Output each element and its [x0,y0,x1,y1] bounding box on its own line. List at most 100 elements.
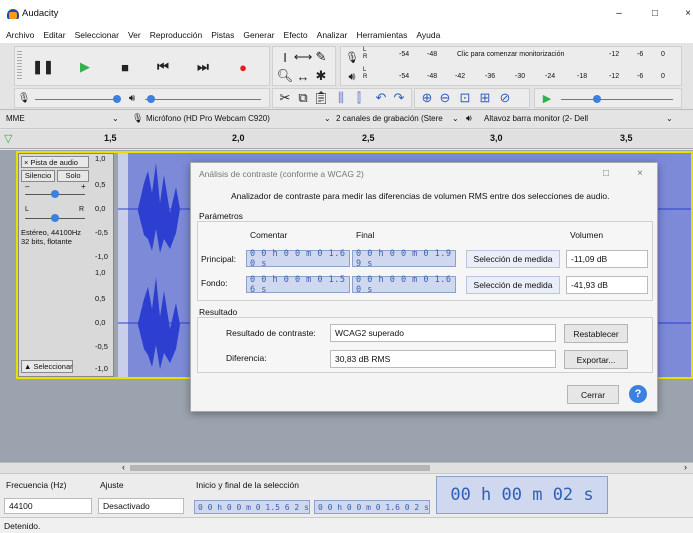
silence-icon[interactable]: ⫿ [351,90,367,106]
stop-icon[interactable]: ■ [113,57,137,77]
gain-minus-label: – [25,182,30,191]
device-toolbar: MME ⌄ 🎙︎ Micrófono (HD Pro Webcam C920) … [0,110,693,129]
background-start-time[interactable]: 0 0 h 0 0 m 0 1.5 6 s [246,275,350,295]
menu-seleccionar[interactable]: Seleccionar [75,30,119,40]
audio-host-select[interactable]: MME [6,114,25,123]
timeshift-tool-icon[interactable]: ↔ [295,68,311,84]
fit-selection-icon[interactable]: ⊡ [457,90,473,106]
record-icon[interactable]: ● [231,57,255,77]
speed-slider[interactable] [561,99,673,100]
maximize-button[interactable]: □ [648,8,662,19]
rec-volume-thumb[interactable] [113,95,121,103]
dialog-close-button[interactable]: × [637,168,643,179]
chevron-down-icon: ⌄ [112,114,119,123]
measure-principal-button[interactable]: Selección de medida [466,250,560,268]
menu-pistas[interactable]: Pistas [211,30,234,40]
selection-tool-icon[interactable]: I [277,49,293,65]
close-dialog-button[interactable]: Cerrar [567,385,619,404]
menu-generar[interactable]: Generar [243,30,274,40]
mute-button[interactable]: Silencio [21,170,55,182]
paste-icon[interactable]: 📋︎ [313,90,330,106]
skip-end-icon[interactable]: ⏭ [191,57,215,77]
redo-icon[interactable]: ↷ [391,90,407,106]
snap-label: Ajuste [100,480,124,490]
microphone-icon[interactable]: 🎙︎ [345,49,359,65]
speaker-icon[interactable]: 🔊︎ [345,69,359,85]
trim-icon[interactable]: ⫼ [333,90,349,106]
collapse-icon[interactable]: ▲ [24,362,31,371]
help-icon[interactable]: ? [629,385,647,403]
window-title: Audacity [22,8,59,19]
rec-tick: 0 [661,51,665,58]
solo-button[interactable]: Solo [57,170,89,182]
pause-icon[interactable]: ❚❚ [31,57,55,77]
multi-tool-icon[interactable]: ✱ [313,68,329,84]
minimize-button[interactable]: – [612,8,626,19]
play-icon[interactable]: ▶ [73,57,97,77]
play-volume-thumb[interactable] [147,95,155,103]
select-track-button[interactable]: ▲ Seleccionar [21,360,73,373]
scale-tick: 1,0 [95,268,106,277]
zoom-toggle-icon[interactable]: ⊘ [497,90,513,106]
menu-archivo[interactable]: Archivo [6,30,34,40]
play-volume-slider[interactable] [145,99,261,100]
scroll-right-icon[interactable]: › [684,462,687,472]
gain-thumb[interactable] [51,190,59,198]
draw-tool-icon[interactable]: ✎ [313,49,329,65]
recording-device-select[interactable]: Micrófono (HD Pro Webcam C920) [146,114,270,123]
selection-start-time[interactable]: 0 0 h 0 0 m 0 1.5 6 2 s [194,500,310,514]
scroll-left-icon[interactable]: ‹ [122,462,125,472]
fit-project-icon[interactable]: ⊞ [477,90,493,106]
zoom-out-icon[interactable]: ⊖ [437,90,453,106]
measure-background-button[interactable]: Selección de medida [466,276,560,294]
playback-device-select[interactable]: Altavoz barra monitor (2- Dell [484,114,588,123]
selection-end-time[interactable]: 0 0 h 0 0 m 0 1.6 0 2 s [314,500,430,514]
rec-volume-slider[interactable] [35,99,119,100]
menu-ayuda[interactable]: Ayuda [416,30,440,40]
menu-analizar[interactable]: Analizar [317,30,348,40]
menu-ver[interactable]: Ver [128,30,141,40]
speed-thumb[interactable] [593,95,601,103]
undo-icon[interactable]: ↶ [373,90,389,106]
timeline-options-icon[interactable]: ▽ [4,132,12,145]
background-end-time[interactable]: 0 0 h 0 0 m 0 1.6 0 s [352,275,456,295]
snap-to-select[interactable]: Desactivado [98,498,184,514]
copy-icon[interactable]: ⧉ [295,90,311,106]
skip-start-icon[interactable]: ⏮ [151,57,175,77]
play-tick: -30 [515,73,526,80]
scroll-thumb[interactable] [130,465,430,471]
principal-end-time[interactable]: 0 0 h 0 0 m 0 1.9 9 s [352,249,456,269]
menu-editar[interactable]: Editar [43,30,65,40]
zoom-toolbar: ⊕ ⊖ ⊡ ⊞ ⊘ [414,88,530,108]
menu-efecto[interactable]: Efecto [284,30,308,40]
export-button[interactable]: Exportar... [564,350,628,369]
difference-field[interactable]: 30,83 dB RMS [330,350,556,368]
track-name-button[interactable]: × Pista de audio [21,156,89,168]
monitor-hint[interactable]: Clic para comenzar monitorización [457,51,564,58]
zoom-in-icon[interactable]: ⊕ [419,90,435,106]
track-control-panel: × Pista de audio Silencio Solo – + L R E… [18,153,114,377]
cut-icon[interactable]: ✂ [277,90,293,106]
pan-thumb[interactable] [51,214,59,222]
menu-reproduccion[interactable]: Reproducción [150,30,202,40]
project-rate-select[interactable]: 44100 [4,498,92,514]
mixer-toolbar: 🎙︎ 🔊︎ [14,88,270,108]
play-at-speed-icon[interactable]: ▶ [539,90,555,106]
recording-channels-select[interactable]: 2 canales de grabación (Stere [336,114,443,123]
principal-volume-field[interactable]: -11,09 dB [566,250,648,268]
background-volume-field[interactable]: -41,93 dB [566,276,648,294]
close-track-icon[interactable]: × [24,158,28,167]
dialog-maximize-button[interactable]: □ [603,168,609,179]
envelope-tool-icon[interactable]: ⟷ [294,49,313,65]
audio-position-display[interactable]: 00 h 00 m 02 s [436,476,608,514]
close-window-button[interactable]: × [681,8,693,19]
horizontal-scrollbar[interactable]: ‹ › [0,462,693,473]
zoom-tool-icon[interactable]: 🔍︎ [277,68,294,84]
play-tick: -54 [399,73,410,80]
contrast-result-field[interactable]: WCAG2 superado [330,324,556,342]
reset-button[interactable]: Restablecer [564,324,628,343]
toolbar-grip[interactable] [17,51,22,81]
timeline-ruler[interactable]: ▽ 1,5 2,0 2,5 3,0 3,5 [0,130,693,149]
principal-start-time[interactable]: 0 0 h 0 0 m 0 1.6 0 s [246,249,350,269]
menu-herramientas[interactable]: Herramientas [356,30,407,40]
